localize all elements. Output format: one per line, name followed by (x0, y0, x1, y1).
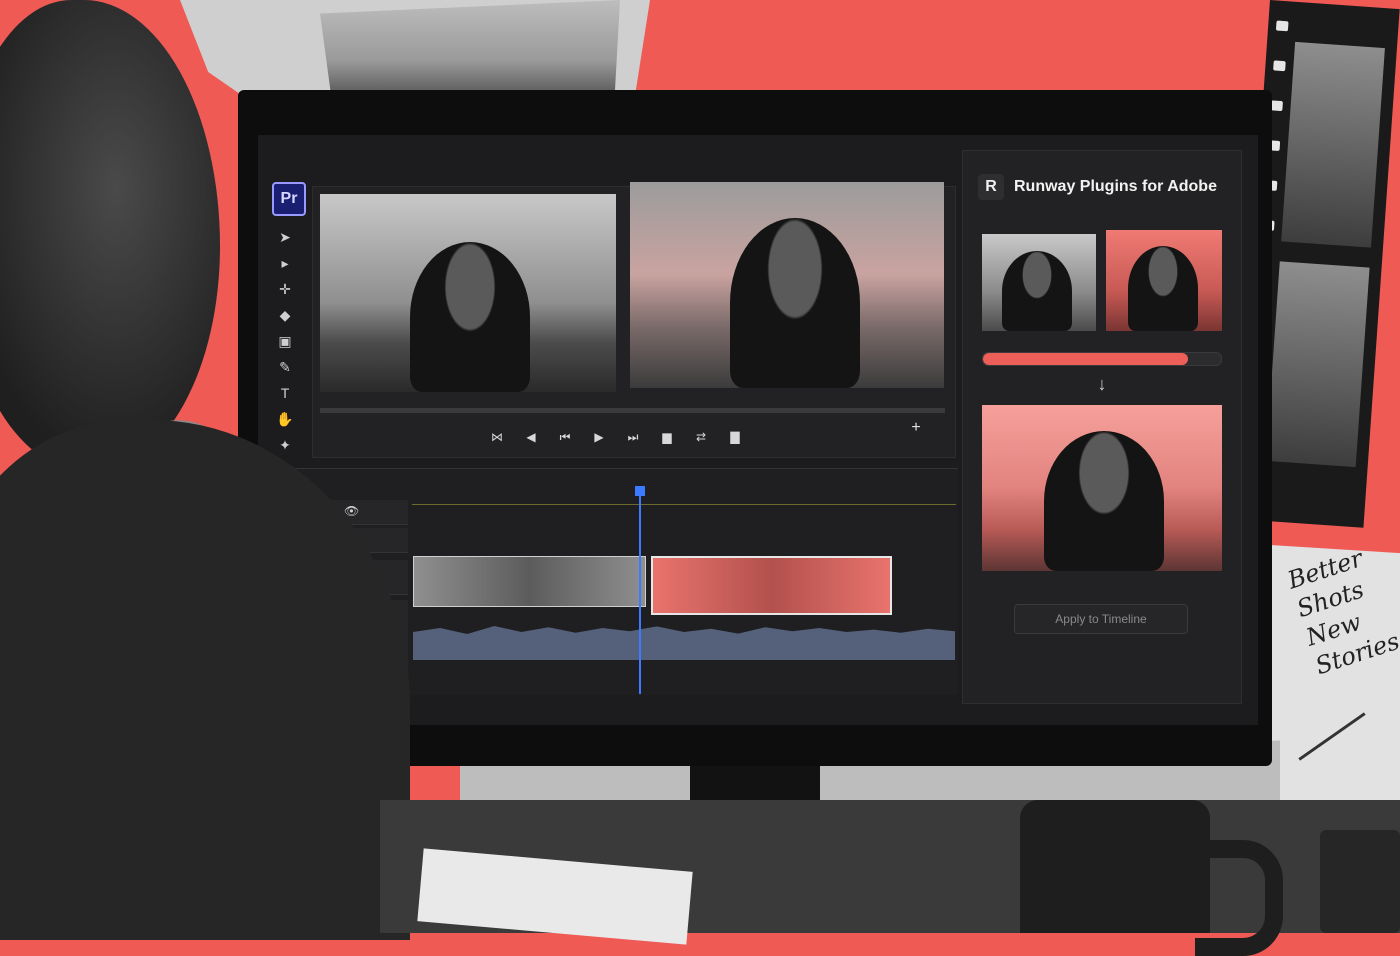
playhead-handle[interactable] (635, 486, 645, 496)
premiere-logo: Pr (272, 182, 306, 216)
video-clip-stylized[interactable] (651, 556, 892, 615)
scrub-bar[interactable] (320, 408, 945, 413)
selection-icon[interactable]: ➤ (276, 228, 294, 246)
go-to-in-icon[interactable]: ⏮ (548, 430, 582, 445)
input-thumbnail[interactable] (982, 234, 1096, 331)
runway-logo: R (978, 174, 1004, 200)
lift-icon[interactable]: ▆ (650, 430, 684, 444)
transport-controls: ⋈ ◀ ⏮ ▶ ⏭ ▆ ⇄ ▇ (480, 428, 820, 448)
pencil-cup (1320, 830, 1400, 933)
ripple-edit-icon[interactable]: ✛ (276, 280, 294, 298)
timeline-ruler[interactable] (412, 490, 956, 505)
hand-icon[interactable]: ✋ (276, 410, 294, 428)
woman-figure (410, 242, 530, 392)
mark-in-icon[interactable]: ⋈ (480, 430, 514, 444)
woman-figure (1044, 431, 1164, 571)
slip-icon[interactable]: ▣ (276, 332, 294, 350)
film-hole (1275, 20, 1289, 32)
program-monitor-frame (630, 182, 944, 388)
extract-icon[interactable]: ⇄ (684, 430, 718, 444)
video-clip-original[interactable] (413, 556, 646, 607)
film-hole (1270, 100, 1283, 112)
arrow-down-icon: ↓ (1097, 374, 1107, 394)
mug-handle (1195, 840, 1283, 956)
step-back-icon[interactable]: ◀ (514, 430, 548, 444)
progress-fill (983, 353, 1188, 365)
generation-progress-bar (982, 352, 1222, 366)
note-text: Better Shots New Stories (1284, 545, 1400, 681)
apply-to-timeline-button[interactable]: Apply to Timeline (1014, 604, 1188, 634)
woman-figure (1002, 251, 1072, 331)
woman-figure (730, 218, 860, 388)
woman-figure (1128, 246, 1198, 331)
plugin-title: Runway Plugins for Adobe (1014, 178, 1217, 195)
handwritten-note: Better Shots New Stories (1262, 545, 1400, 815)
film-frame (1265, 261, 1370, 468)
track-select-icon[interactable]: ▸ (276, 254, 294, 272)
coffee-mug (1020, 800, 1210, 933)
film-frame (1281, 41, 1385, 248)
film-hole (1273, 60, 1286, 72)
play-icon[interactable]: ▶ (582, 430, 616, 444)
style-reference-thumbnail[interactable] (1106, 230, 1222, 331)
person-head (0, 0, 220, 470)
playhead[interactable] (639, 488, 641, 694)
pen-icon[interactable]: ✎ (276, 358, 294, 376)
source-monitor-frame (320, 194, 616, 392)
note-underline (1298, 712, 1366, 761)
add-button-icon[interactable]: + (908, 420, 924, 436)
go-to-out-icon[interactable]: ⏭ (616, 430, 650, 445)
generated-result-preview[interactable] (982, 405, 1222, 571)
tools-panel: ➤ ▸ ✛ ◆ ▣ ✎ T ✋ ✦ (272, 222, 298, 454)
type-icon[interactable]: T (276, 384, 294, 402)
export-frame-icon[interactable]: ▇ (718, 430, 752, 444)
zoom-icon[interactable]: ✦ (276, 436, 294, 454)
razor-icon[interactable]: ◆ (276, 306, 294, 324)
eye-icon[interactable]: 👁 (344, 504, 359, 518)
